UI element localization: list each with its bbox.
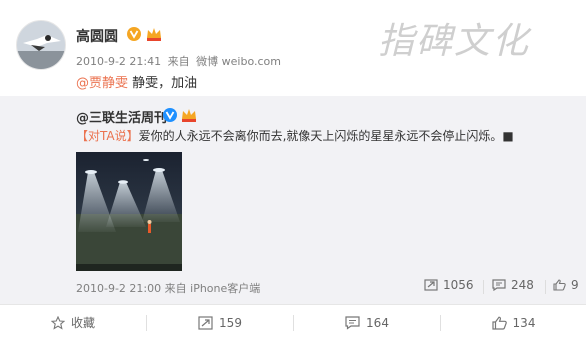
repost-image[interactable] — [76, 152, 182, 271]
vip-crown-icon — [182, 109, 196, 122]
repost-body: 爱你的人永远不会离你而去,就像天上闪烁的星星永远不会停止闪烁。■ — [138, 129, 514, 143]
comment-button[interactable]: 164 — [294, 305, 440, 339]
repost-comment-count[interactable]: 248 — [492, 278, 534, 292]
favorite-button[interactable]: 收藏 — [0, 305, 146, 339]
thumbs-up-icon — [491, 316, 507, 330]
repost-tag[interactable]: 【对TA说】 — [76, 129, 139, 143]
verified-icon — [127, 27, 141, 41]
post-username[interactable]: 高圆圆 — [76, 26, 118, 46]
comment-icon — [345, 315, 360, 330]
like-count: 134 — [512, 315, 536, 330]
post-time[interactable]: 2010-9-2 21:41 — [76, 55, 161, 68]
repost-time[interactable]: 2010-9-2 21:00 — [76, 282, 161, 295]
post-meta: 2010-9-2 21:41 来自 微博 weibo.com — [76, 53, 284, 69]
repost-button[interactable]: 159 — [147, 305, 293, 339]
watermark: 指碑文化 — [378, 21, 531, 62]
user-avatar[interactable] — [16, 20, 66, 70]
post-text: @贾静雯 静雯，加油 — [76, 72, 197, 91]
comment-icon — [492, 279, 506, 291]
repost-meta: 2010-9-2 21:00 来自 iPhone客户端 — [76, 280, 260, 296]
repost-text: 【对TA说】爱你的人永远不会离你而去,就像天上闪烁的星星永远不会停止闪烁。■ — [76, 127, 514, 144]
repost-like-count[interactable]: 9 — [553, 278, 579, 292]
repost-source-prefix: 来自 — [164, 282, 187, 295]
repost-count: 159 — [219, 315, 242, 330]
post-source-prefix: 来自 — [167, 55, 190, 68]
mention-link[interactable]: @贾静雯 — [76, 76, 128, 91]
comment-count: 164 — [366, 315, 389, 330]
post-source[interactable]: 微博 weibo.com — [196, 55, 281, 68]
thumbs-up-icon — [553, 279, 566, 291]
repost-icon — [424, 279, 438, 291]
favorite-label: 收藏 — [70, 316, 95, 330]
vip-crown-icon — [147, 28, 161, 41]
star-icon — [50, 315, 65, 330]
repost-icon — [198, 315, 213, 330]
like-button[interactable]: 134 — [441, 305, 586, 339]
post-body: 静雯，加油 — [128, 76, 198, 91]
repost-author[interactable]: @三联生活周刊 — [76, 107, 167, 126]
repost-repost-count[interactable]: 1056 — [424, 278, 474, 292]
stat-divider — [545, 280, 546, 294]
verified-icon — [163, 108, 177, 122]
action-bar: 收藏 159 164 134 — [0, 304, 586, 339]
weibo-post: 高圆圆 2010-9-2 21:41 来自 微博 weibo.com @贾静雯 … — [0, 0, 586, 339]
repost-source[interactable]: iPhone客户端 — [190, 282, 260, 295]
stat-divider — [483, 280, 484, 294]
